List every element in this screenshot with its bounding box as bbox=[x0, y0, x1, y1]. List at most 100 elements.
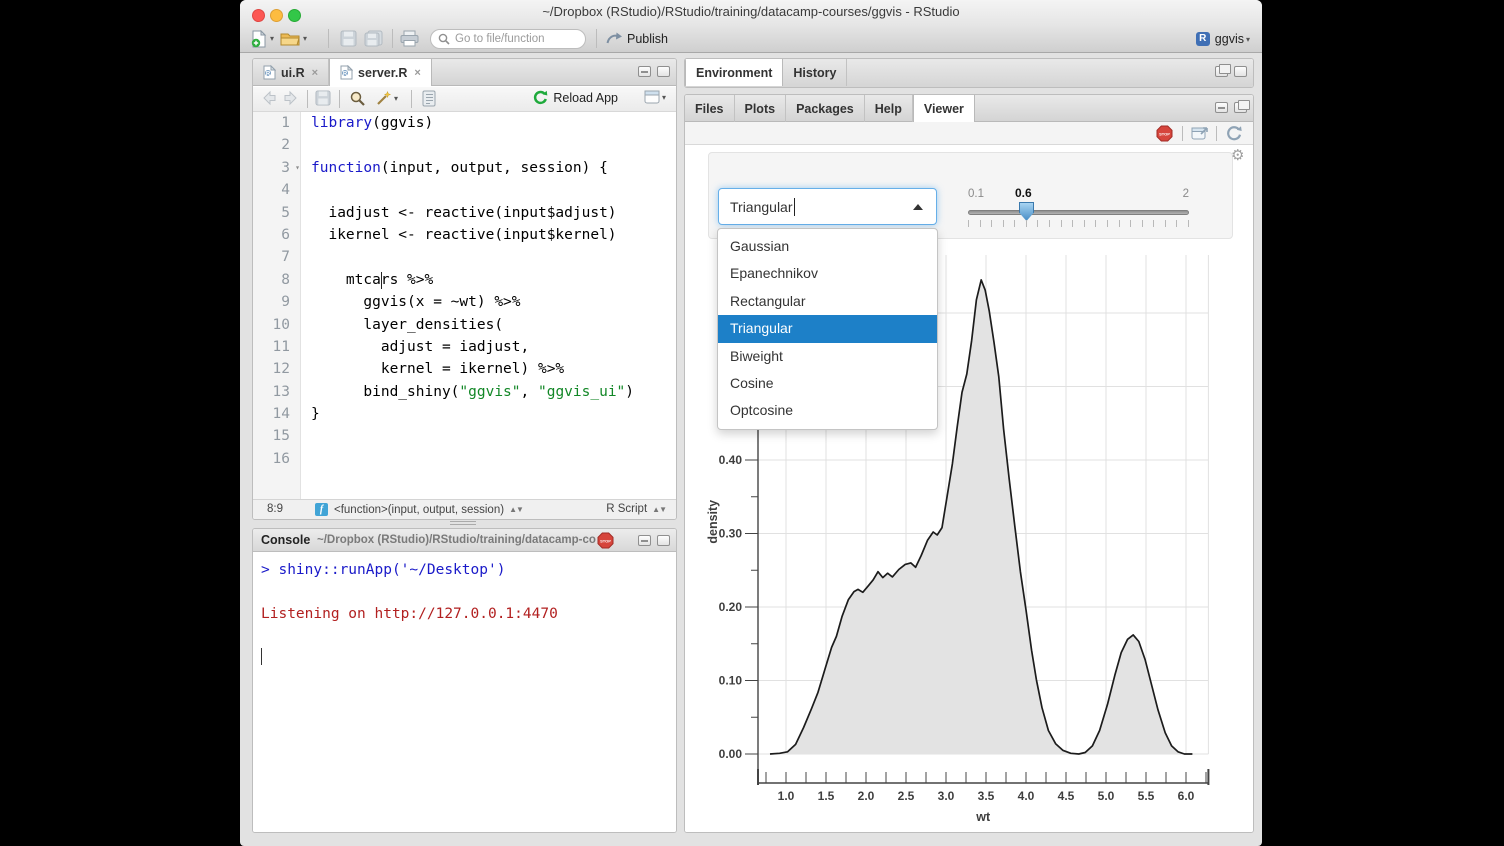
close-tab-icon[interactable]: × bbox=[312, 67, 318, 79]
dropdown-option-rectangular[interactable]: Rectangular bbox=[718, 288, 937, 315]
dropdown-option-biweight[interactable]: Biweight bbox=[718, 343, 937, 370]
code-line[interactable]: 7 bbox=[253, 246, 676, 268]
tab-plots[interactable]: Plots bbox=[735, 95, 787, 122]
restore-pane-icon[interactable] bbox=[1234, 102, 1247, 113]
restore-pane-icon[interactable] bbox=[1215, 66, 1228, 77]
goto-file-function-input[interactable]: Go to file/function bbox=[430, 29, 586, 49]
reload-app-button[interactable]: Reload App bbox=[533, 90, 618, 105]
chevron-down-icon: ▾ bbox=[1246, 35, 1250, 44]
dropdown-option-cosine[interactable]: Cosine bbox=[718, 370, 937, 397]
code-line[interactable]: 5 iadjust <- reactive(input$adjust) bbox=[253, 202, 676, 224]
tab-viewer[interactable]: Viewer bbox=[913, 95, 975, 122]
viewer-pane: Files Plots Packages Help Viewer STOP bbox=[684, 94, 1254, 833]
open-file-button[interactable]: ▾ bbox=[280, 28, 307, 49]
open-in-new-window-button[interactable] bbox=[1191, 125, 1209, 141]
svg-text:0.00: 0.00 bbox=[719, 747, 743, 761]
code-line[interactable]: 9 ggvis(x = ~wt) %>% bbox=[253, 291, 676, 313]
console-cursor bbox=[261, 648, 262, 665]
tab-files[interactable]: Files bbox=[685, 95, 735, 122]
svg-text:STOP: STOP bbox=[1159, 132, 1170, 137]
cursor-position: 8:9 bbox=[267, 503, 283, 515]
code-line[interactable]: 14} bbox=[253, 403, 676, 425]
viewer-content: ⚙ Kernel Bandwidth adjustment Triangular… bbox=[685, 145, 1253, 832]
separator bbox=[339, 90, 340, 108]
svg-text:R: R bbox=[343, 72, 348, 78]
tab-server-r[interactable]: R server.R × bbox=[329, 59, 432, 86]
svg-text:0.30: 0.30 bbox=[719, 527, 743, 541]
line-number: 8 bbox=[253, 269, 301, 291]
chevron-up-icon bbox=[913, 204, 923, 210]
console-output[interactable]: > shiny::runApp('~/Desktop') Listening o… bbox=[253, 552, 676, 832]
back-button[interactable] bbox=[261, 90, 277, 106]
code-line[interactable]: 1library(ggvis) bbox=[253, 112, 676, 134]
code-line[interactable]: 10 layer_densities( bbox=[253, 314, 676, 336]
code-line[interactable]: 6 ikernel <- reactive(input$kernel) bbox=[253, 224, 676, 246]
refresh-icon bbox=[1226, 125, 1243, 142]
print-button[interactable] bbox=[400, 28, 419, 49]
code-line[interactable]: 13 bind_shiny("ggvis", "ggvis_ui") bbox=[253, 381, 676, 403]
gear-icon[interactable]: ⚙ bbox=[1231, 146, 1244, 164]
tab-ui-r[interactable]: R ui.R × bbox=[253, 59, 329, 86]
tab-packages[interactable]: Packages bbox=[786, 95, 865, 122]
code-line[interactable]: 15 bbox=[253, 425, 676, 447]
line-number: 13 bbox=[253, 381, 301, 403]
svg-text:wt: wt bbox=[975, 810, 991, 824]
kernel-select[interactable]: Triangular bbox=[718, 188, 937, 225]
tab-history[interactable]: History bbox=[783, 59, 847, 86]
line-number: 7 bbox=[253, 246, 301, 268]
publish-button[interactable]: Publish bbox=[606, 28, 668, 49]
forward-button[interactable] bbox=[283, 90, 299, 106]
maximize-pane-icon[interactable] bbox=[657, 535, 670, 546]
tab-help[interactable]: Help bbox=[865, 95, 913, 122]
slider-handle[interactable] bbox=[1019, 202, 1034, 221]
code-line[interactable]: 2 bbox=[253, 134, 676, 156]
stop-app-button[interactable]: STOP bbox=[1156, 125, 1173, 142]
stop-button[interactable]: STOP bbox=[597, 532, 614, 549]
save-all-button[interactable] bbox=[364, 28, 384, 49]
minimize-pane-icon[interactable] bbox=[1215, 102, 1228, 113]
save-button[interactable] bbox=[315, 90, 331, 106]
separator bbox=[411, 90, 412, 108]
minimize-pane-icon[interactable] bbox=[638, 535, 651, 546]
save-icon bbox=[340, 30, 357, 47]
project-menu-button[interactable]: R ggvis ▾ bbox=[1196, 29, 1250, 49]
new-file-button[interactable]: ▾ bbox=[250, 28, 274, 49]
stop-icon: STOP bbox=[1156, 125, 1173, 142]
slider-track[interactable] bbox=[968, 210, 1189, 215]
code-line[interactable]: 3▾function(input, output, session) { bbox=[253, 157, 676, 179]
bandwidth-slider: 0.1 0.6 2 bbox=[968, 188, 1189, 233]
r-script-icon: R bbox=[340, 65, 353, 80]
file-type-selector[interactable]: R Script ▲▼ bbox=[606, 503, 666, 515]
code-line[interactable]: 12 kernel = ikernel) %>% bbox=[253, 358, 676, 380]
pane-resize-handle[interactable] bbox=[450, 521, 476, 526]
function-scope-selector[interactable]: f <function>(input, output, session) ▲▼ bbox=[315, 503, 523, 516]
kernel-dropdown-list: GaussianEpanechnikovRectangularTriangula… bbox=[717, 228, 938, 430]
code-line[interactable]: 11 adjust = iadjust, bbox=[253, 336, 676, 358]
maximize-pane-icon[interactable] bbox=[1234, 66, 1247, 77]
save-button[interactable] bbox=[340, 28, 357, 49]
code-editor[interactable]: 1library(ggvis)23▾function(input, output… bbox=[253, 112, 676, 470]
dropdown-option-gaussian[interactable]: Gaussian bbox=[718, 233, 937, 260]
svg-text:1.5: 1.5 bbox=[818, 789, 835, 803]
find-button[interactable] bbox=[349, 90, 366, 107]
minimize-pane-icon[interactable] bbox=[638, 66, 651, 77]
code-line[interactable]: 4 bbox=[253, 179, 676, 201]
code-line[interactable]: 8 mtcars %>% bbox=[253, 269, 676, 291]
fold-arrow-icon[interactable]: ▾ bbox=[295, 157, 300, 179]
refresh-button[interactable] bbox=[1226, 125, 1243, 142]
source-on-save-pane-button[interactable]: ▾ bbox=[644, 90, 666, 104]
code-tools-button[interactable]: ▾ bbox=[375, 90, 398, 107]
separator bbox=[392, 29, 393, 48]
compile-report-button[interactable] bbox=[421, 90, 437, 107]
svg-text:4.0: 4.0 bbox=[1018, 789, 1035, 803]
tab-environment[interactable]: Environment bbox=[685, 59, 783, 86]
close-tab-icon[interactable]: × bbox=[414, 67, 420, 79]
print-icon bbox=[400, 30, 419, 47]
dropdown-option-epanechnikov[interactable]: Epanechnikov bbox=[718, 260, 937, 287]
line-number: 10 bbox=[253, 314, 301, 336]
tab-label: server.R bbox=[358, 66, 407, 80]
dropdown-option-triangular[interactable]: Triangular bbox=[718, 315, 937, 342]
dropdown-option-optcosine[interactable]: Optcosine bbox=[718, 397, 937, 424]
code-line[interactable]: 16 bbox=[253, 448, 676, 470]
maximize-pane-icon[interactable] bbox=[657, 66, 670, 77]
